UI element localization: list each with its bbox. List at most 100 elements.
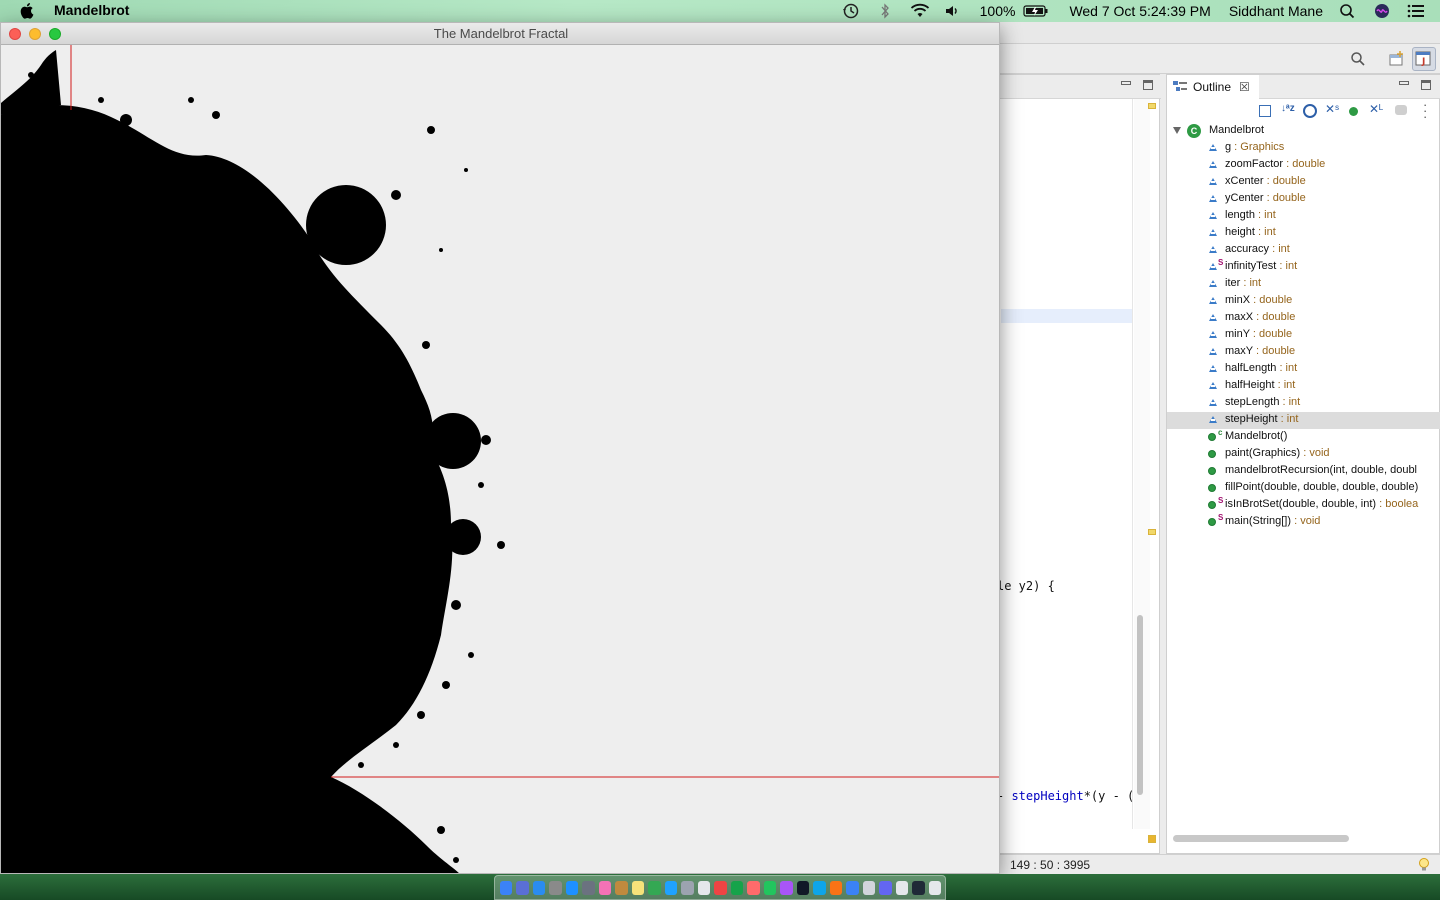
fractal-bulb-lower — [445, 519, 481, 555]
outline-field-item[interactable]: height : int — [1167, 225, 1440, 242]
warning-marker[interactable] — [1148, 529, 1156, 535]
outline-method-item[interactable]: SisInBrotSet(double, double, int) : bool… — [1167, 496, 1440, 514]
member-name: accuracy — [1225, 243, 1270, 255]
outline-field-item[interactable]: stepLength : int — [1167, 395, 1440, 412]
outline-field-item[interactable]: halfHeight : int — [1167, 378, 1440, 395]
window-title-bar[interactable]: The Mandelbrot Fractal — [1, 23, 999, 45]
outline-field-item[interactable]: accuracy : int — [1167, 242, 1440, 259]
minimize-window-button[interactable] — [29, 28, 41, 40]
close-window-button[interactable] — [9, 28, 21, 40]
method-icon — [1208, 518, 1216, 526]
outline-field-item[interactable]: maxX : double — [1167, 310, 1440, 327]
hide-static-icon[interactable]: ✕ˢ — [1325, 102, 1339, 116]
tab-outline[interactable]: Outline ☒ — [1167, 75, 1259, 99]
user-name[interactable]: Siddhant Mane — [1229, 3, 1323, 19]
dock-app-icon[interactable] — [747, 880, 760, 895]
dock-app-icon[interactable] — [500, 880, 513, 895]
tree-root-class[interactable]: C Mandelbrot — [1167, 123, 1440, 140]
search-icon[interactable] — [1350, 51, 1366, 70]
notification-center-icon[interactable] — [1406, 3, 1428, 19]
editor-scrollbar-thumb[interactable] — [1137, 615, 1143, 795]
hide-local-types-icon[interactable]: ✕ᴸ — [1369, 102, 1383, 116]
outline-method-item[interactable]: paint(Graphics) : void — [1167, 446, 1440, 463]
battery-percent[interactable]: 100% — [980, 3, 1016, 19]
dock-app-icon[interactable] — [615, 880, 628, 895]
dock-app-icon[interactable] — [681, 880, 694, 895]
dock-app-icon[interactable] — [532, 880, 546, 895]
outline-field-item[interactable]: zoomFactor : double — [1167, 157, 1440, 174]
time-machine-icon[interactable] — [841, 3, 863, 19]
spotlight-search-icon[interactable] — [1338, 3, 1360, 19]
dock-app-icon[interactable] — [648, 880, 661, 895]
dock-app-icon[interactable] — [912, 880, 925, 895]
outline-scrollbar[interactable] — [1173, 835, 1349, 842]
outline-field-item[interactable]: xCenter : double — [1167, 174, 1440, 191]
dock-app-icon[interactable] — [879, 880, 892, 895]
mandelbrot-canvas[interactable] — [1, 45, 1000, 874]
outline-field-item[interactable]: length : int — [1167, 208, 1440, 225]
dock-app-icon[interactable] — [549, 880, 562, 895]
outline-method-item[interactable]: Smain(String[]) : void — [1167, 513, 1440, 531]
hide-nonpublic-icon[interactable] — [1349, 107, 1358, 116]
outline-field-item[interactable]: minY : double — [1167, 327, 1440, 344]
warning-marker[interactable] — [1148, 835, 1156, 843]
hide-fields-icon[interactable] — [1303, 104, 1317, 118]
outline-method-item[interactable]: fillPoint(double, double, double, double… — [1167, 480, 1440, 497]
outline-field-item[interactable]: yCenter : double — [1167, 191, 1440, 208]
dock-app-icon[interactable] — [582, 880, 595, 895]
sort-icon[interactable]: ↓ᵃz — [1281, 103, 1295, 114]
apple-logo-icon[interactable] — [20, 2, 36, 19]
outline-field-item[interactable]: minX : double — [1167, 293, 1440, 310]
dock-app-icon[interactable] — [862, 880, 876, 895]
dock-app-icon[interactable] — [664, 880, 678, 895]
outline-field-item[interactable]: iter : int — [1167, 276, 1440, 293]
field-icon — [1209, 229, 1217, 236]
dock-app-icon[interactable] — [714, 880, 727, 895]
link-with-editor-icon[interactable] — [1395, 105, 1407, 115]
view-menu-icon[interactable]: · · · — [1423, 98, 1427, 123]
wifi-icon[interactable] — [909, 3, 931, 19]
outline-field-item[interactable]: halfLength : int — [1167, 361, 1440, 378]
dock-app-icon[interactable] — [928, 880, 942, 895]
menu-bar: Mandelbrot 100% Wed 7 Oct 5:24:39 PM Sid… — [0, 0, 1440, 22]
outline-method-item[interactable]: c Mandelbrot() — [1167, 428, 1440, 446]
dock-app-icon[interactable] — [565, 880, 579, 895]
warning-marker[interactable] — [1148, 103, 1156, 109]
app-menu-name[interactable]: Mandelbrot — [54, 2, 129, 18]
outline-method-item[interactable]: mandelbrotRecursion(int, double, doubl — [1167, 463, 1440, 480]
dock-app-icon[interactable] — [813, 880, 826, 895]
dock-app-icon[interactable] — [598, 880, 612, 895]
battery-icon[interactable] — [1023, 3, 1049, 19]
code-editor[interactable]: le y2) { - stepHeight*(y - ( — [990, 74, 1161, 854]
outline-field-item[interactable]: g : Graphics — [1167, 140, 1440, 157]
close-icon[interactable]: ☒ — [1239, 80, 1250, 94]
mandelbrot-window: The Mandelbrot Fractal — [0, 22, 1000, 874]
dock-app-icon[interactable] — [516, 880, 529, 895]
bluetooth-icon[interactable] — [875, 3, 897, 19]
collapse-triangle-icon[interactable] — [1173, 127, 1181, 134]
dock-app-icon[interactable] — [697, 880, 711, 895]
outline-field-item[interactable]: SinfinityTest : int — [1167, 258, 1440, 276]
dock-app-icon[interactable] — [895, 880, 909, 895]
collapse-all-icon[interactable] — [1259, 105, 1271, 117]
maximize-icon[interactable] — [1421, 80, 1431, 90]
dock-app-icon[interactable] — [780, 880, 793, 895]
maximize-icon[interactable] — [1143, 80, 1153, 90]
minimize-icon[interactable] — [1121, 81, 1131, 85]
dock-app-icon[interactable] — [846, 880, 859, 895]
member-type: : void — [1291, 515, 1321, 527]
minimize-icon[interactable] — [1399, 81, 1409, 85]
outline-field-item[interactable]: stepHeight : int — [1167, 412, 1440, 429]
open-perspective-icon[interactable] — [1388, 50, 1406, 71]
zoom-window-button[interactable] — [49, 28, 61, 40]
dock-app-icon[interactable] — [763, 880, 777, 895]
volume-icon[interactable] — [943, 3, 965, 19]
dock-app-icon[interactable] — [796, 880, 810, 895]
outline-field-item[interactable]: maxY : double — [1167, 344, 1440, 361]
dock-app-icon[interactable] — [631, 880, 645, 895]
siri-icon[interactable] — [1372, 3, 1394, 19]
clock[interactable]: Wed 7 Oct 5:24:39 PM — [1069, 3, 1210, 19]
java-perspective-icon[interactable]: J — [1412, 47, 1436, 71]
dock-app-icon[interactable] — [730, 880, 744, 895]
dock-app-icon[interactable] — [829, 880, 843, 895]
